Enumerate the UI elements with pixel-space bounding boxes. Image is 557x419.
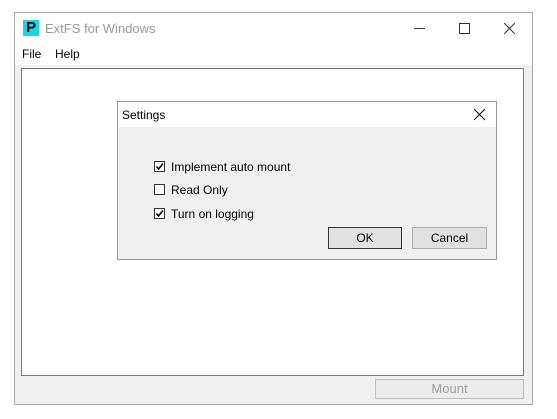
dialog-title-bar[interactable]: Settings	[118, 102, 496, 127]
cancel-button[interactable]: Cancel	[412, 227, 487, 249]
menu-bar: File Help	[15, 43, 532, 65]
close-icon[interactable]	[472, 107, 488, 123]
checkmark-icon	[155, 210, 164, 218]
title-bar[interactable]: P ExtFS for Windows	[15, 13, 532, 43]
settings-dialog: Settings Implement auto mount Read Only	[117, 101, 497, 260]
checkbox-logging[interactable]	[154, 208, 165, 219]
menu-file[interactable]: File	[22, 47, 41, 61]
checkbox-auto-mount[interactable]	[154, 161, 165, 172]
maximize-button[interactable]	[442, 13, 487, 43]
maximize-icon	[459, 23, 470, 34]
checkbox-label: Turn on logging	[171, 207, 254, 221]
checkmark-icon	[155, 163, 164, 171]
checkbox-label: Implement auto mount	[171, 160, 291, 174]
menu-help[interactable]: Help	[55, 47, 80, 61]
ok-button[interactable]: OK	[328, 227, 402, 249]
checkbox-read-only[interactable]	[154, 184, 165, 195]
close-button[interactable]	[487, 13, 532, 43]
dialog-title: Settings	[122, 108, 166, 122]
minimize-icon	[414, 28, 425, 29]
app-icon: P	[23, 20, 39, 36]
close-icon	[504, 23, 515, 34]
minimize-button[interactable]	[397, 13, 442, 43]
window-title: ExtFS for Windows	[45, 21, 156, 36]
checkbox-label: Read Only	[171, 183, 228, 197]
app-window: P ExtFS for Windows File Help Settings I…	[14, 12, 533, 405]
main-content-area: Settings Implement auto mount Read Only	[21, 68, 524, 376]
mount-button[interactable]: Mount	[375, 379, 524, 399]
